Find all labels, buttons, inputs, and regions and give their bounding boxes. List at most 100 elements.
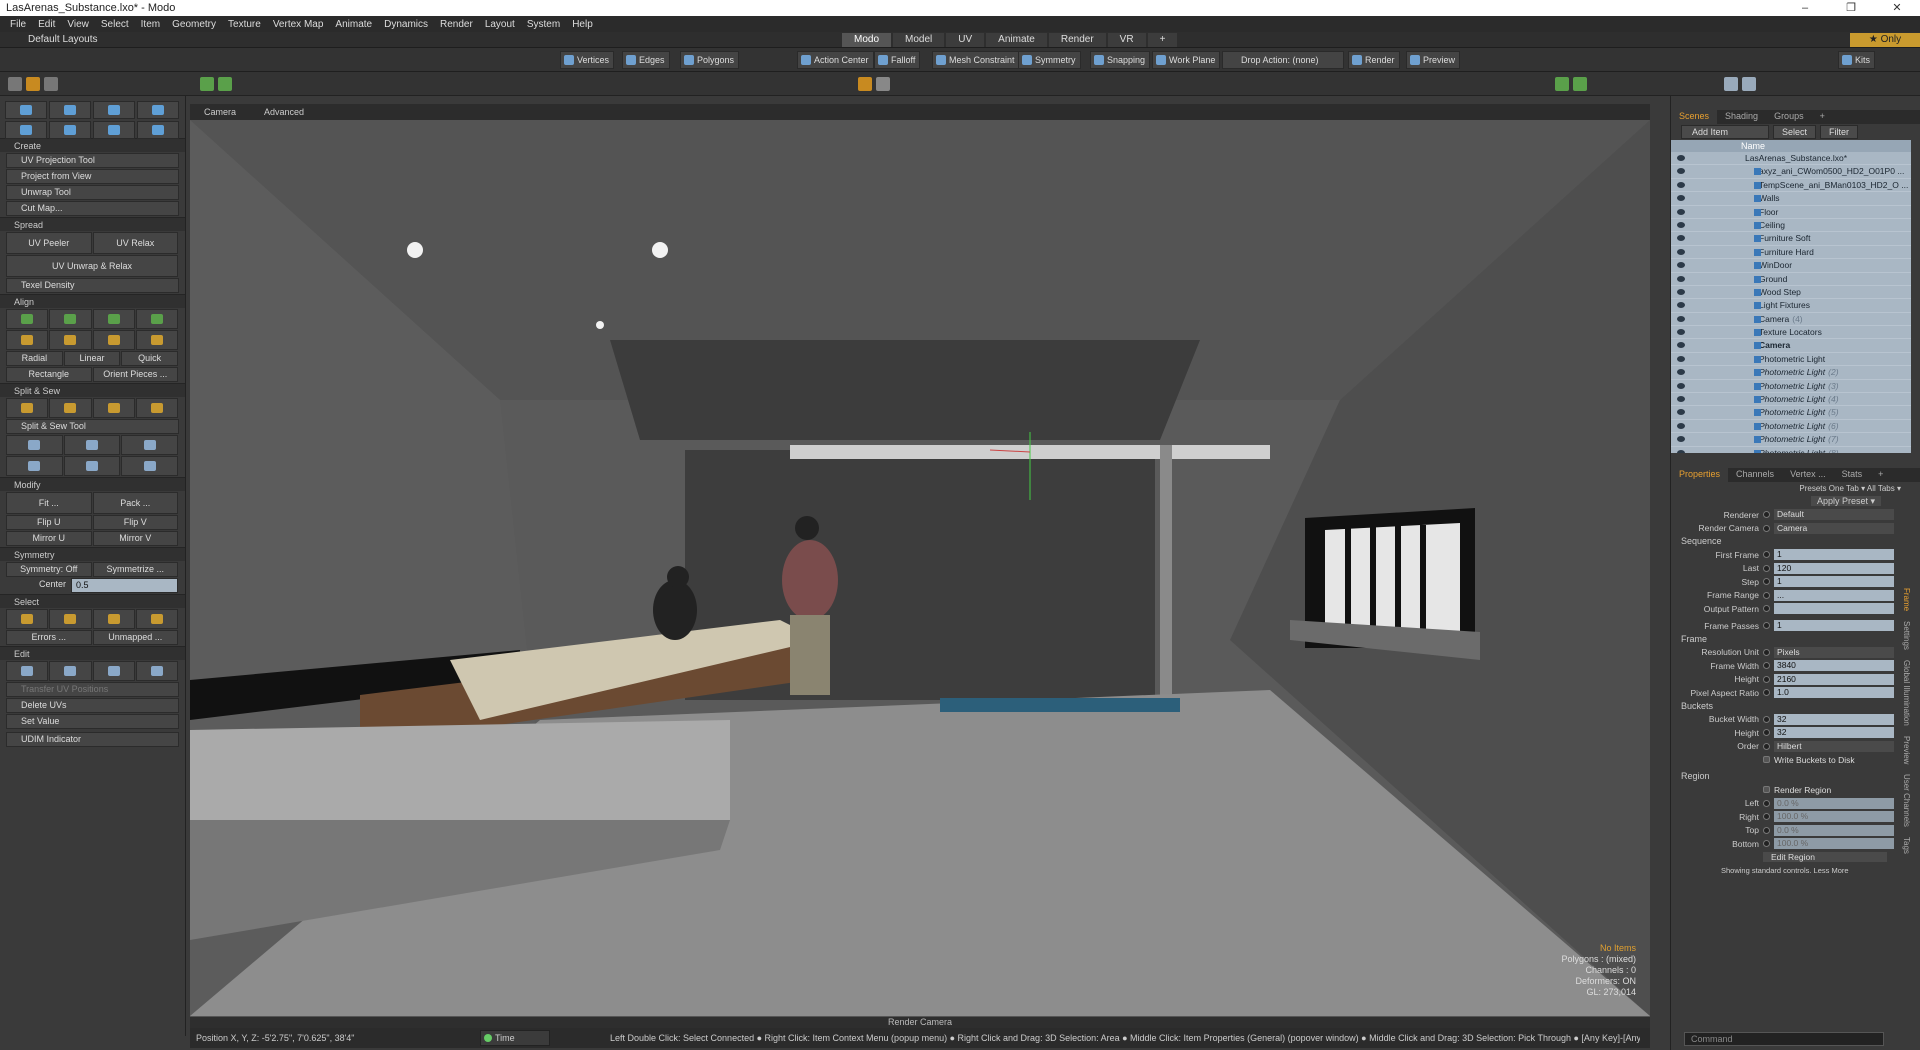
order-dot[interactable] <box>1763 742 1770 750</box>
vertices-button[interactable]: Vertices <box>560 51 615 69</box>
radial-button[interactable]: Radial <box>6 351 63 366</box>
scene-item[interactable]: Photometric Light (4) <box>1671 393 1911 407</box>
frame-passes-dot[interactable] <box>1763 622 1770 629</box>
render-camera-dot[interactable] <box>1763 524 1770 532</box>
last-frame-input[interactable]: 120 <box>1774 562 1894 574</box>
last-frame-dot[interactable] <box>1763 564 1770 572</box>
section-edit[interactable]: Edit <box>0 646 185 660</box>
uv-peeler-button[interactable]: UV Peeler <box>6 232 92 254</box>
scene-item[interactable]: Photometric Light <box>1671 353 1911 367</box>
bucket-height-dot[interactable] <box>1763 729 1770 736</box>
select-icon-4[interactable] <box>135 609 178 629</box>
udim-indicator-button[interactable]: UDIM Indicator <box>6 732 179 747</box>
scene-item[interactable]: Camera (4) <box>1671 313 1911 327</box>
sidetab-global-illumination[interactable]: Global Illumination <box>1902 660 1911 726</box>
order-dropdown[interactable]: Hilbert <box>1774 740 1894 752</box>
toolbox-icon-1[interactable] <box>5 101 47 119</box>
menu-help[interactable]: Help <box>566 19 599 30</box>
region-top-dot[interactable] <box>1763 826 1770 834</box>
apply-preset-dropdown[interactable]: Apply Preset ▾ <box>1810 496 1881 506</box>
frame-range-input[interactable]: ... <box>1774 589 1894 601</box>
bucket-width-dot[interactable] <box>1763 715 1770 723</box>
menu-system[interactable]: System <box>521 19 566 30</box>
viewport-advanced-menu[interactable]: Advanced <box>250 107 318 117</box>
split-icon-2[interactable] <box>49 398 92 418</box>
scene-item[interactable]: Photometric Light (6) <box>1671 420 1911 434</box>
split-icon-3[interactable] <box>92 398 135 418</box>
linear-button[interactable]: Linear <box>63 351 121 366</box>
set-value-button[interactable]: Set Value <box>6 714 179 729</box>
uv-projection-tool-button[interactable]: UV Projection Tool <box>6 153 179 168</box>
tab-animate[interactable]: Animate <box>986 33 1047 47</box>
delete-uvs-button[interactable]: Delete UVs <box>6 698 179 713</box>
close-button[interactable]: ✕ <box>1874 0 1920 16</box>
tab-stats[interactable]: Stats <box>1834 468 1871 482</box>
menu-select[interactable]: Select <box>95 19 135 30</box>
flip-u-button[interactable]: Flip U <box>6 515 92 530</box>
section-sequence[interactable]: Sequence <box>1671 535 1920 548</box>
section-split-sew[interactable]: Split & Sew <box>0 383 185 397</box>
renderer-dropdown[interactable]: Default <box>1774 509 1894 520</box>
rectangle-button[interactable]: Rectangle <box>6 367 92 382</box>
split-sew-tool-button[interactable]: Split & Sew Tool <box>6 419 179 434</box>
menu-geometry[interactable]: Geometry <box>166 19 222 30</box>
tool-icon-11[interactable] <box>1742 77 1756 91</box>
tab-model[interactable]: Model <box>893 33 945 47</box>
tab-scene-add[interactable]: + <box>1812 110 1833 124</box>
tab-shading[interactable]: Shading <box>1717 110 1766 124</box>
scene-item[interactable]: Photometric Light (5) <box>1671 406 1911 420</box>
fit-button[interactable]: Fit ... <box>6 492 92 514</box>
sew-icon-5[interactable] <box>63 456 121 476</box>
render-camera-dropdown[interactable]: Camera <box>1774 522 1894 534</box>
select-icon-1[interactable] <box>6 609 49 629</box>
quick-button[interactable]: Quick <box>121 351 179 366</box>
edges-button[interactable]: Edges <box>622 51 670 69</box>
name-column-header[interactable]: Name <box>1671 140 1911 152</box>
section-select[interactable]: Select <box>0 594 185 608</box>
section-symmetry[interactable]: Symmetry <box>0 547 185 561</box>
sew-icon-3[interactable] <box>121 435 179 455</box>
frame-width-input[interactable]: 3840 <box>1774 660 1894 671</box>
frame-height-input[interactable]: 2160 <box>1774 673 1894 685</box>
menu-vertex-map[interactable]: Vertex Map <box>267 19 330 30</box>
falloff-button[interactable]: Falloff <box>874 51 921 69</box>
tool-icon-10[interactable] <box>1724 77 1738 91</box>
unwrap-tool-button[interactable]: Unwrap Tool <box>6 185 179 200</box>
write-buckets-checkbox[interactable] <box>1763 756 1770 763</box>
layout-name[interactable]: Default Layouts <box>28 34 98 45</box>
scene-item[interactable]: Walls <box>1671 192 1911 206</box>
uv-unwrap-relax-button[interactable]: UV Unwrap & Relax <box>6 255 178 277</box>
one-tab-dropdown[interactable]: One Tab ▾ <box>1829 484 1865 493</box>
scene-item[interactable]: Floor <box>1671 206 1911 219</box>
sew-icon-1[interactable] <box>6 435 63 455</box>
transfer-uv-positions-button[interactable]: Transfer UV Positions <box>6 682 179 697</box>
scene-item[interactable]: WinDoor <box>1671 259 1911 273</box>
section-region[interactable]: Region <box>1671 770 1920 783</box>
region-bottom-input[interactable]: 100.0 % <box>1774 838 1894 849</box>
mirror-u-button[interactable]: Mirror U <box>6 531 92 546</box>
scene-item[interactable]: Wood Step <box>1671 286 1911 300</box>
section-create[interactable]: Create <box>0 138 185 152</box>
tab-scenes[interactable]: Scenes <box>1671 110 1718 124</box>
edit-region-button[interactable]: Edit Region <box>1763 852 1887 862</box>
toolbox-icon-5[interactable] <box>5 121 47 139</box>
section-spread[interactable]: Spread <box>0 217 185 231</box>
sidetab-frame[interactable]: Frame <box>1902 588 1911 611</box>
menu-animate[interactable]: Animate <box>329 19 378 30</box>
work-plane-button[interactable]: Work Plane <box>1152 51 1221 69</box>
tab-groups[interactable]: Groups <box>1766 110 1812 124</box>
tab-uv[interactable]: UV <box>946 33 985 47</box>
region-bottom-dot[interactable] <box>1763 840 1770 847</box>
maximize-button[interactable]: ❐ <box>1828 0 1874 16</box>
frame-range-dot[interactable] <box>1763 591 1770 599</box>
sew-icon-6[interactable] <box>121 456 179 476</box>
step-input[interactable]: 1 <box>1774 576 1894 587</box>
toolbox-icon-4[interactable] <box>137 101 179 119</box>
tab-render[interactable]: Render <box>1048 33 1106 47</box>
menu-view[interactable]: View <box>61 19 95 30</box>
scene-item[interactable]: TempScene_ani_BMan0103_HD2_O ... <box>1671 179 1911 193</box>
region-left-input[interactable]: 0.0 % <box>1774 797 1894 809</box>
snapping-button[interactable]: Snapping <box>1090 51 1151 69</box>
split-icon-4[interactable] <box>135 398 178 418</box>
menu-edit[interactable]: Edit <box>32 19 61 30</box>
